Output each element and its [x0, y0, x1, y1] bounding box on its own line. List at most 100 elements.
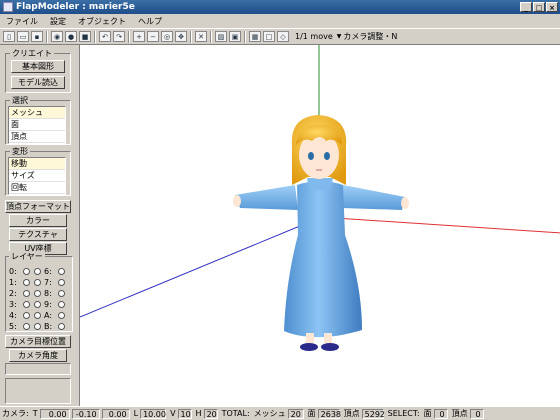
- preview-box: [5, 378, 71, 404]
- texture-button[interactable]: テクスチャ: [9, 228, 67, 241]
- left-hand: [233, 195, 241, 207]
- layer-9-radio[interactable]: [58, 301, 65, 308]
- vertex-format-button[interactable]: 頂点フォーマット: [5, 200, 71, 213]
- grid-icon[interactable]: ▦: [249, 31, 261, 42]
- layer-2-radio[interactable]: [23, 290, 30, 297]
- v1-value: -0.10: [71, 408, 100, 419]
- layer-4-radio[interactable]: [23, 312, 30, 319]
- menu-file[interactable]: ファイル: [0, 16, 44, 27]
- vertex-label: 頂点: [343, 409, 360, 418]
- v-label: V: [170, 409, 176, 418]
- v-value: 10: [177, 408, 192, 419]
- pan-icon[interactable]: ✥: [175, 31, 187, 42]
- 3d-viewport[interactable]: [79, 45, 560, 406]
- left-arm: [235, 185, 298, 210]
- layer-row[interactable]: 3:: [9, 300, 30, 309]
- basic-shape-button[interactable]: 基本図形: [11, 60, 65, 73]
- select-label: SELECT:: [387, 409, 420, 418]
- undo-icon[interactable]: ↶: [99, 31, 111, 42]
- z-axis-line: [80, 220, 313, 318]
- camera-angle-button[interactable]: カメラ角度: [9, 349, 67, 362]
- camera-icon[interactable]: ▣: [229, 31, 241, 42]
- right-eye: [324, 152, 330, 160]
- maximize-button[interactable]: □: [533, 2, 545, 12]
- transform-item-move[interactable]: 移動: [9, 158, 65, 170]
- layer-8-left-radio[interactable]: [34, 290, 41, 297]
- layer-a-radio[interactable]: [58, 312, 65, 319]
- l-value: 10.00: [140, 408, 167, 419]
- transform-item-rotate[interactable]: 回転: [9, 182, 65, 194]
- layer-7-radio[interactable]: [58, 279, 65, 286]
- layer-row[interactable]: 9:: [34, 300, 65, 309]
- create-group: クリエイト 基本図形 モデル読込: [5, 48, 71, 93]
- l-label: L: [133, 409, 139, 418]
- save-icon[interactable]: ▪: [31, 31, 43, 42]
- zoom-out-icon[interactable]: −: [147, 31, 159, 42]
- redo-icon[interactable]: ↷: [113, 31, 125, 42]
- texture-icon[interactable]: ▨: [215, 31, 227, 42]
- layer-row[interactable]: 5:: [9, 322, 30, 331]
- zoom-fit-icon[interactable]: ◎: [161, 31, 173, 42]
- x-axis-line: [334, 217, 560, 234]
- layer-b-left-radio[interactable]: [34, 323, 41, 330]
- select-item-mesh[interactable]: メッシュ: [9, 107, 65, 119]
- close-button[interactable]: ×: [546, 2, 558, 12]
- minimize-button[interactable]: _: [520, 2, 532, 12]
- color-button[interactable]: カラー: [9, 214, 67, 227]
- scene-svg: [80, 45, 560, 351]
- right-shoe: [321, 343, 339, 351]
- layer-8-radio[interactable]: [58, 290, 65, 297]
- box-icon[interactable]: □: [263, 31, 275, 42]
- menu-help[interactable]: ヘルプ: [132, 16, 168, 27]
- layer-7-left-radio[interactable]: [34, 279, 41, 286]
- zoom-in-icon[interactable]: +: [133, 31, 145, 42]
- layer-row[interactable]: 8:: [34, 289, 65, 298]
- select-item-face[interactable]: 面: [9, 119, 65, 131]
- new-file-icon[interactable]: ▯: [3, 31, 15, 42]
- layer-b-radio[interactable]: [58, 323, 65, 330]
- layer-1-radio[interactable]: [23, 279, 30, 286]
- model-load-button[interactable]: モデル読込: [11, 76, 65, 89]
- t-label: T: [32, 409, 38, 418]
- render-icon[interactable]: ◉: [51, 31, 63, 42]
- layer-row[interactable]: 1:: [9, 278, 30, 287]
- layer-row[interactable]: 0:: [9, 267, 30, 276]
- layer-row[interactable]: 6:: [34, 267, 65, 276]
- camera-adjust-dropdown[interactable]: ▼ カメラ調整・N: [337, 31, 398, 42]
- title-bar: FlapModeler : marier5e _ □ ×: [0, 0, 560, 14]
- open-icon[interactable]: ▭: [17, 31, 29, 42]
- layer-row[interactable]: 2:: [9, 289, 30, 298]
- layer-0-radio[interactable]: [23, 268, 30, 275]
- toolbar: ▯ ▭ ▪ ◉ ● ■ ↶ ↷ + − ◎ ✥ ✕ ▨ ▣ ▦ □ ◇ 1/1 …: [0, 28, 560, 45]
- camera-target-button[interactable]: カメラ目標位置: [5, 335, 71, 348]
- cube-icon[interactable]: ■: [79, 31, 91, 42]
- transform-list: 移動 サイズ 回転: [8, 157, 66, 195]
- layer-9-left-radio[interactable]: [34, 301, 41, 308]
- menu-object[interactable]: オブジェクト: [72, 16, 132, 27]
- transform-group-label: 変形: [10, 146, 30, 157]
- sphere-icon[interactable]: ●: [65, 31, 77, 42]
- select-item-vertex[interactable]: 頂点: [9, 131, 65, 143]
- toolbar-separator: [128, 30, 130, 43]
- wireframe-icon[interactable]: ◇: [277, 31, 289, 42]
- layer-3-radio[interactable]: [23, 301, 30, 308]
- face-value: 2638: [317, 408, 341, 419]
- layer-row[interactable]: B:: [34, 322, 65, 331]
- layer-row[interactable]: A:: [34, 311, 65, 320]
- layer-5-radio[interactable]: [23, 323, 30, 330]
- vertex-value: 5292: [361, 408, 385, 419]
- step-readout: 1/1 move: [295, 32, 333, 41]
- right-arm: [342, 185, 405, 210]
- layer-6-radio[interactable]: [58, 268, 65, 275]
- sel-face-value: 0: [433, 408, 448, 419]
- sel-vertex-value: 0: [469, 408, 484, 419]
- transform-item-size[interactable]: サイズ: [9, 170, 65, 182]
- delete-icon[interactable]: ✕: [195, 31, 207, 42]
- left-eye: [308, 152, 314, 160]
- layer-row[interactable]: 4:: [9, 311, 30, 320]
- menu-settings[interactable]: 設定: [44, 16, 72, 27]
- layer-a-left-radio[interactable]: [34, 312, 41, 319]
- toolbar-separator: [190, 30, 192, 43]
- layer-row[interactable]: 7:: [34, 278, 65, 287]
- layer-6-left-radio[interactable]: [34, 268, 41, 275]
